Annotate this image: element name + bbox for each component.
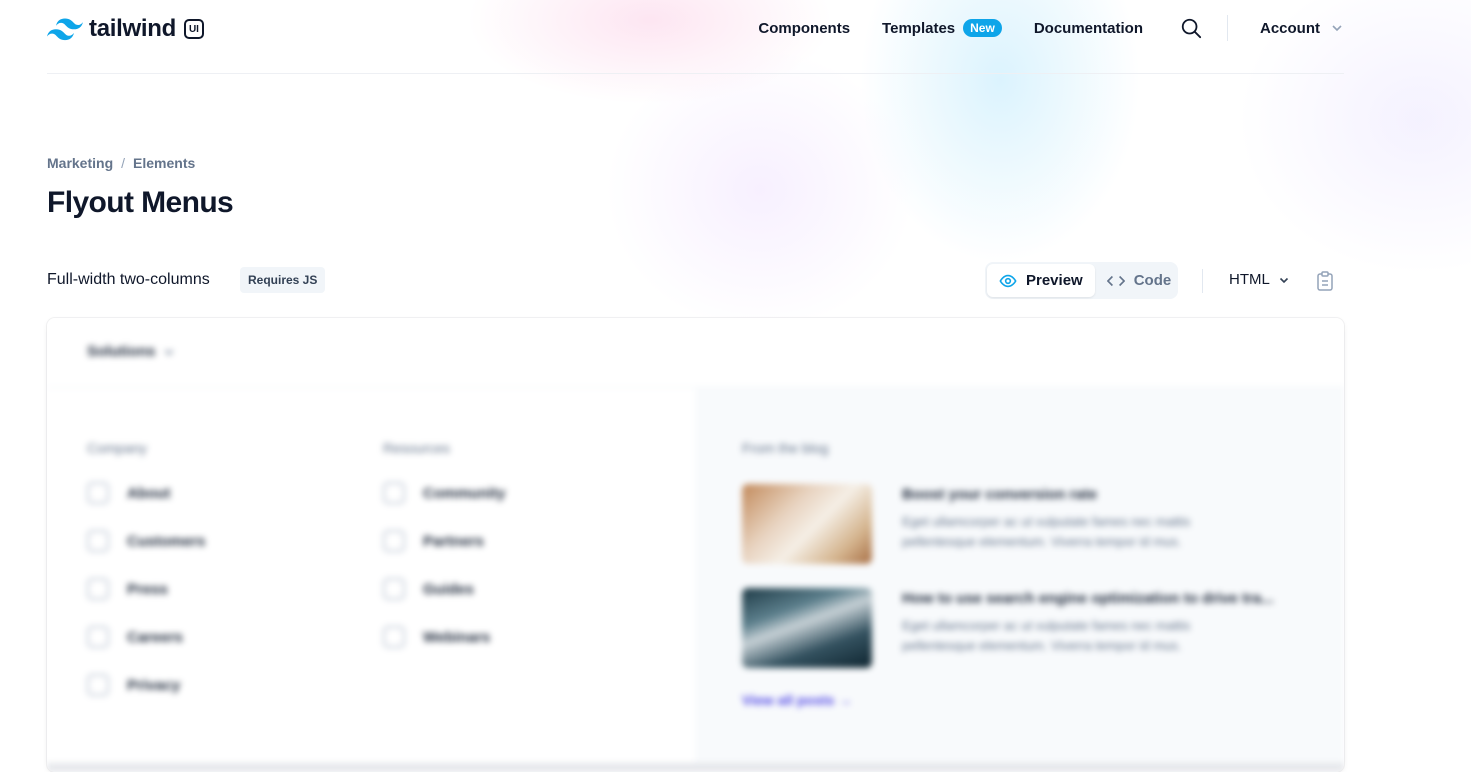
nav-components[interactable]: Components	[758, 20, 850, 37]
menu-item-label: Partners	[423, 532, 484, 550]
breadcrumb-marketing[interactable]: Marketing	[47, 155, 113, 171]
component-preview: Solutions Company About Customers Press …	[47, 318, 1344, 772]
community-icon	[383, 482, 405, 504]
blog-post-excerpt: Eget ullamcorper ac ut vulputate fames n…	[902, 618, 1191, 653]
globe-icon	[383, 530, 405, 552]
menu-item-community[interactable]: Community	[383, 482, 506, 504]
language-label: HTML	[1229, 271, 1270, 288]
solutions-label: Solutions	[87, 343, 156, 360]
requires-js-badge: Requires JS	[240, 267, 326, 293]
search-icon[interactable]	[1180, 17, 1202, 39]
briefcase-icon	[87, 626, 109, 648]
breadcrumb-elements[interactable]: Elements	[133, 155, 195, 171]
breadcrumb-separator: /	[121, 155, 126, 171]
solutions-trigger[interactable]: Solutions	[87, 343, 175, 360]
account-menu[interactable]: Account	[1260, 20, 1344, 37]
menu-item-label: Careers	[127, 628, 183, 646]
preview-code-toggle: Preview Code	[985, 262, 1178, 299]
blog-post-image[interactable]	[742, 588, 872, 668]
logo[interactable]: tailwind UI	[47, 15, 204, 43]
menu-item-partners[interactable]: Partners	[383, 530, 484, 552]
code-icon	[1106, 275, 1125, 286]
chevron-down-icon	[1332, 25, 1342, 32]
menu-item-label: Community	[423, 484, 506, 502]
info-icon	[87, 482, 109, 504]
menu-item-webinars[interactable]: Webinars	[383, 626, 490, 648]
book-icon	[383, 578, 405, 600]
menu-item-label: Press	[127, 580, 168, 598]
preview-navbar: Solutions	[47, 318, 1344, 388]
toolbar-divider	[1202, 269, 1203, 293]
preview-tab-label: Preview	[1026, 272, 1083, 289]
language-select[interactable]: HTML	[1229, 271, 1290, 288]
preview-content: Solutions Company About Customers Press …	[47, 318, 1344, 772]
logo-text: tailwind	[89, 15, 176, 42]
video-icon	[383, 626, 405, 648]
menu-item-careers[interactable]: Careers	[87, 626, 183, 648]
newspaper-icon	[87, 578, 109, 600]
menu-item-label: About	[127, 484, 171, 502]
users-icon	[87, 530, 109, 552]
logo-ui-badge: UI	[183, 19, 204, 39]
code-tab[interactable]: Code	[1095, 264, 1184, 297]
main-nav: Components Templates New Documentation A…	[758, 14, 1344, 42]
blog-post-excerpt: Eget ullamcorper ac ut vulputate fames n…	[902, 514, 1191, 549]
menu-item-label: Customers	[127, 532, 206, 550]
example-title: Full-width two-columns	[47, 271, 210, 288]
new-badge: New	[963, 19, 1002, 37]
menu-item-guides[interactable]: Guides	[383, 578, 474, 600]
column-heading-company: Company	[87, 440, 147, 456]
view-all-posts-link[interactable]: View all posts →	[742, 692, 852, 708]
menu-item-customers[interactable]: Customers	[87, 530, 205, 552]
blog-heading: From the blog	[742, 440, 829, 456]
menu-item-label: Privacy	[127, 676, 181, 694]
preview-tab[interactable]: Preview	[987, 264, 1095, 297]
eye-icon	[999, 274, 1017, 287]
flyout-columns: Company About Customers Press Careers Pr…	[47, 388, 695, 772]
blog-panel: From the blog Boost your conversion rate…	[695, 388, 1344, 772]
menu-item-label: Webinars	[423, 628, 491, 646]
menu-item-press[interactable]: Press	[87, 578, 168, 600]
blog-post-title[interactable]: How to use search engine optimization to…	[902, 590, 1274, 607]
nav-templates[interactable]: Templates New	[882, 19, 1002, 37]
preview-bottom-edge	[47, 763, 1344, 772]
breadcrumb: Marketing / Elements	[47, 155, 195, 171]
tailwind-logo-icon	[47, 18, 83, 41]
site-header: tailwind UI Components Templates New Doc…	[47, 0, 1344, 74]
menu-item-privacy[interactable]: Privacy	[87, 674, 180, 696]
blog-post-image[interactable]	[742, 484, 872, 564]
nav-documentation[interactable]: Documentation	[1034, 20, 1143, 37]
blog-post-title[interactable]: Boost your conversion rate	[902, 486, 1097, 503]
page-title: Flyout Menus	[47, 186, 234, 219]
account-label: Account	[1260, 19, 1320, 37]
chevron-down-icon	[165, 349, 174, 355]
code-tab-label: Code	[1133, 272, 1172, 289]
chevron-down-icon	[1279, 277, 1288, 283]
column-heading-resources: Resources	[383, 440, 450, 456]
menu-item-about[interactable]: About	[87, 482, 170, 504]
menu-item-label: Guides	[423, 580, 474, 598]
clipboard-icon[interactable]	[1316, 271, 1334, 291]
nav-templates-label: Templates	[882, 19, 956, 37]
shield-icon	[87, 674, 109, 696]
nav-divider	[1227, 15, 1228, 41]
